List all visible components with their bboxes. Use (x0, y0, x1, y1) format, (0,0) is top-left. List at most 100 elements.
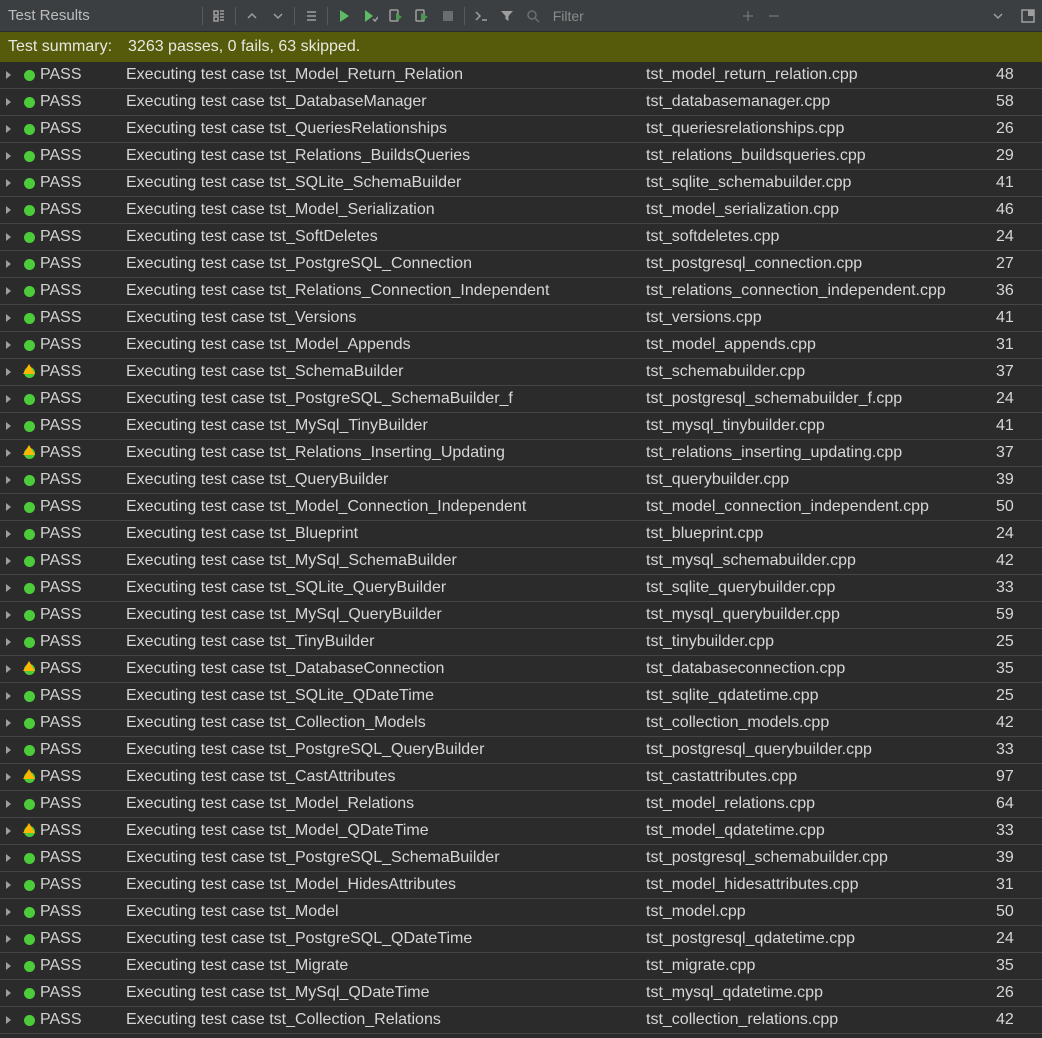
expand-icon[interactable] (0, 799, 18, 809)
add-icon[interactable] (740, 8, 756, 24)
test-row[interactable]: PASSExecuting test case tst_Modeltst_mod… (0, 899, 1042, 926)
expand-icon[interactable] (0, 664, 18, 674)
test-row[interactable]: PASSExecuting test case tst_PostgreSQL_S… (0, 386, 1042, 413)
expand-icon[interactable] (0, 475, 18, 485)
group-by-icon[interactable] (211, 8, 227, 24)
remove-icon[interactable] (766, 8, 782, 24)
test-row[interactable]: PASSExecuting test case tst_SQLite_QDate… (0, 683, 1042, 710)
list-icon[interactable] (303, 8, 319, 24)
expand-icon[interactable] (0, 97, 18, 107)
rerun-failed-icon[interactable] (414, 8, 430, 24)
pass-icon (18, 637, 40, 648)
run-file-icon[interactable] (388, 8, 404, 24)
test-row[interactable]: PASSExecuting test case tst_TinyBuildert… (0, 629, 1042, 656)
test-row[interactable]: PASSExecuting test case tst_DatabaseMana… (0, 89, 1042, 116)
expand-icon[interactable] (0, 340, 18, 350)
test-row[interactable]: PASSExecuting test case tst_Model_HidesA… (0, 872, 1042, 899)
filter-input[interactable] (551, 7, 621, 25)
expand-icon[interactable] (0, 934, 18, 944)
expand-icon[interactable] (0, 502, 18, 512)
expand-icon[interactable] (0, 637, 18, 647)
expand-icon[interactable] (0, 718, 18, 728)
pass-icon (18, 691, 40, 702)
expand-icon[interactable] (0, 745, 18, 755)
test-row[interactable]: PASSExecuting test case tst_MySql_QueryB… (0, 602, 1042, 629)
test-row[interactable]: PASSExecuting test case tst_Blueprinttst… (0, 521, 1042, 548)
test-row[interactable]: PASSExecuting test case tst_Model_Return… (0, 62, 1042, 89)
expand-icon[interactable] (0, 151, 18, 161)
panel-popout-icon[interactable] (1020, 8, 1036, 24)
expand-icon[interactable] (0, 529, 18, 539)
panel-title: Test Results (6, 7, 94, 24)
test-row[interactable]: PASSExecuting test case tst_SQLite_Schem… (0, 170, 1042, 197)
toolbar-separator (235, 7, 236, 25)
pass-icon (18, 610, 40, 621)
test-row[interactable]: PASSExecuting test case tst_DatabaseConn… (0, 656, 1042, 683)
pass-icon (18, 583, 40, 594)
next-icon[interactable] (270, 8, 286, 24)
expand-icon[interactable] (0, 70, 18, 80)
run-all-icon[interactable] (336, 8, 352, 24)
search-icon[interactable] (525, 8, 541, 24)
test-count: 42 (996, 1011, 1038, 1029)
test-row[interactable]: PASSExecuting test case tst_Versionstst_… (0, 305, 1042, 332)
expand-icon[interactable] (0, 232, 18, 242)
prev-icon[interactable] (244, 8, 260, 24)
chevron-down-icon[interactable] (990, 8, 1006, 24)
stop-icon[interactable] (440, 8, 456, 24)
test-row[interactable]: PASSExecuting test case tst_SQLite_Query… (0, 575, 1042, 602)
test-row[interactable]: PASSExecuting test case tst_Model_Append… (0, 332, 1042, 359)
test-row[interactable]: PASSExecuting test case tst_Migratetst_m… (0, 953, 1042, 980)
expand-icon[interactable] (0, 1015, 18, 1025)
test-row[interactable]: PASSExecuting test case tst_SchemaBuilde… (0, 359, 1042, 386)
test-row[interactable]: PASSExecuting test case tst_CastAttribut… (0, 764, 1042, 791)
test-row[interactable]: PASSExecuting test case tst_Model_Serial… (0, 197, 1042, 224)
expand-icon[interactable] (0, 907, 18, 917)
filter-icon[interactable] (499, 8, 515, 24)
expand-icon[interactable] (0, 961, 18, 971)
expand-icon[interactable] (0, 556, 18, 566)
test-description: Executing test case tst_QueriesRelations… (126, 120, 646, 138)
pass-icon (18, 934, 40, 945)
expand-icon[interactable] (0, 421, 18, 431)
test-row[interactable]: PASSExecuting test case tst_Collection_R… (0, 1007, 1042, 1034)
expand-icon[interactable] (0, 772, 18, 782)
test-row[interactable]: PASSExecuting test case tst_Model_Relati… (0, 791, 1042, 818)
expand-icon[interactable] (0, 880, 18, 890)
expand-icon[interactable] (0, 124, 18, 134)
expand-icon[interactable] (0, 826, 18, 836)
test-row[interactable]: PASSExecuting test case tst_Relations_In… (0, 440, 1042, 467)
test-row[interactable]: PASSExecuting test case tst_QueryBuilder… (0, 467, 1042, 494)
test-row[interactable]: PASSExecuting test case tst_MySql_QDateT… (0, 980, 1042, 1007)
expand-icon[interactable] (0, 367, 18, 377)
expand-icon[interactable] (0, 394, 18, 404)
expand-icon[interactable] (0, 691, 18, 701)
expand-icon[interactable] (0, 448, 18, 458)
test-row[interactable]: PASSExecuting test case tst_Relations_Bu… (0, 143, 1042, 170)
test-row[interactable]: PASSExecuting test case tst_SoftDeletest… (0, 224, 1042, 251)
test-row[interactable]: PASSExecuting test case tst_Model_Connec… (0, 494, 1042, 521)
test-row[interactable]: PASSExecuting test case tst_Relations_Co… (0, 278, 1042, 305)
expand-icon[interactable] (0, 583, 18, 593)
test-row[interactable]: PASSExecuting test case tst_PostgreSQL_S… (0, 845, 1042, 872)
expand-icon[interactable] (0, 286, 18, 296)
expand-icon[interactable] (0, 610, 18, 620)
test-description: Executing test case tst_TinyBuilder (126, 633, 646, 651)
terminal-icon[interactable] (473, 8, 489, 24)
expand-icon[interactable] (0, 988, 18, 998)
expand-icon[interactable] (0, 853, 18, 863)
status-label: PASS (40, 579, 126, 597)
test-row[interactable]: PASSExecuting test case tst_PostgreSQL_Q… (0, 737, 1042, 764)
run-selected-icon[interactable] (362, 8, 378, 24)
expand-icon[interactable] (0, 313, 18, 323)
test-row[interactable]: PASSExecuting test case tst_PostgreSQL_Q… (0, 926, 1042, 953)
expand-icon[interactable] (0, 205, 18, 215)
expand-icon[interactable] (0, 178, 18, 188)
test-row[interactable]: PASSExecuting test case tst_QueriesRelat… (0, 116, 1042, 143)
expand-icon[interactable] (0, 259, 18, 269)
test-row[interactable]: PASSExecuting test case tst_Model_QDateT… (0, 818, 1042, 845)
test-row[interactable]: PASSExecuting test case tst_PostgreSQL_C… (0, 251, 1042, 278)
test-row[interactable]: PASSExecuting test case tst_MySql_TinyBu… (0, 413, 1042, 440)
test-row[interactable]: PASSExecuting test case tst_Collection_M… (0, 710, 1042, 737)
test-row[interactable]: PASSExecuting test case tst_MySql_Schema… (0, 548, 1042, 575)
